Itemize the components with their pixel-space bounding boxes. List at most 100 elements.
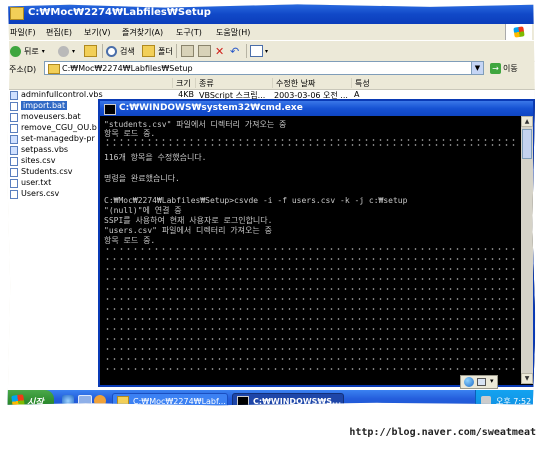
batch-file-icon [10,102,18,111]
internet-explorer-icon[interactable] [62,395,74,406]
console-dots [104,268,519,270]
copy-to-button[interactable] [198,44,211,58]
search-icon [106,45,117,57]
chevron-down-icon: ▾ [490,377,494,385]
address-value: C:₩Moc₩2274₩Labfiles₩Setup [62,64,193,73]
menu-help[interactable]: 도움말(H) [216,27,250,38]
undo-button[interactable]: ↶ [230,44,239,58]
console-dots [104,298,519,300]
copy-to-icon [198,45,211,57]
console-dots [104,288,519,290]
cmd-icon [104,104,116,115]
console-dots [104,368,519,370]
column-header-attributes[interactable]: 특성 [351,78,385,88]
address-label: 주소(D) [9,65,37,74]
watermark: http://blog.naver.com/sweatmeat [349,427,536,438]
language-bar[interactable]: ▾ [460,375,498,389]
forward-button[interactable]: ▾ [58,44,75,58]
chevron-down-icon: ▾ [265,47,269,55]
show-desktop-icon[interactable] [78,395,92,406]
go-button[interactable]: → 이동 [490,62,518,75]
address-dropdown-button[interactable]: ▼ [471,62,483,74]
move-to-icon [181,45,194,57]
network-icon[interactable] [481,396,491,406]
csv-file-icon [10,157,18,166]
menu-view[interactable]: 보기(V) [84,27,110,38]
text-file-icon [10,179,18,188]
console-dots [104,278,519,280]
folders-icon [142,45,155,57]
taskbar-explorer-label: C:₩Moc₩2274₩Labf... [133,396,226,406]
go-arrow-icon: → [490,63,501,74]
back-label: 뒤로 [24,46,39,56]
menu-tools[interactable]: 도구(T) [176,27,202,38]
script-file-icon [10,146,18,155]
search-label: 검색 [120,46,135,56]
start-label: 시작 [27,397,44,406]
menu-bar: 파일(F) 편집(E) 보기(V) 즐겨찾기(A) 도구(T) 도움말(H) [7,24,536,40]
cmd-console[interactable]: "students.csv" 파일에서 디렉터리 가져오는 중 항목 로드 중.… [100,116,521,384]
column-header-type[interactable]: 종류 [195,78,275,88]
csv-file-icon [10,190,18,199]
chevron-down-icon: ▾ [41,47,45,55]
scroll-up-button[interactable]: ▲ [521,116,533,127]
chevron-down-icon: ▼ [524,375,530,382]
keyboard-icon [477,378,486,386]
cmd-window[interactable]: C:₩WINDOWS₩system32₩cmd.exe "students.cs… [98,99,535,387]
menu-favorites[interactable]: 즐겨찾기(A) [122,27,163,38]
clock[interactable]: 오후 7:52 [496,396,531,405]
console-dots [104,248,519,250]
file-name: sites.csv [21,156,56,165]
back-button[interactable]: 뒤로 ▾ [10,44,45,58]
taskbar-explorer-button[interactable]: C:₩Moc₩2274₩Labf... [112,393,228,406]
menu-edit[interactable]: 편집(E) [46,27,72,38]
delete-x-icon: ✕ [215,44,225,58]
column-header-modified[interactable]: 수정한 날짜 [272,78,354,88]
windows-logo [505,24,532,40]
explorer-title-bar[interactable]: C:₩Moc₩2274₩Labfiles₩Setup [7,4,536,24]
taskbar-cmd-label: C:₩WINDOWS₩S... [253,396,342,406]
cmd-scrollbar[interactable]: ▲ ▼ [521,116,533,384]
folders-button[interactable]: 폴더 [142,44,173,58]
console-line: "users.csv" 파일에서 디렉터리 가져오는 중 [104,226,272,235]
search-button[interactable]: 검색 [106,44,135,58]
forward-arrow-icon [58,45,69,57]
explorer-title: C:₩Moc₩2274₩Labfiles₩Setup [28,7,211,18]
globe-icon [464,377,474,387]
console-dots [104,338,519,340]
move-to-button[interactable] [181,44,194,58]
scroll-thumb[interactable] [522,129,532,159]
address-input[interactable]: C:₩Moc₩2274₩Labfiles₩Setup ▼ [44,61,484,75]
taskbar: 시작 C:₩Moc₩2274₩Labf... C:₩WINDOWS₩S... 오… [7,390,536,406]
start-button[interactable]: 시작 [7,390,54,406]
delete-button[interactable]: ✕ [215,44,224,58]
console-line: C:₩Moc₩2274₩Labfiles₩Setup>csvde -i -f u… [104,196,408,205]
scroll-down-button[interactable]: ▼ [521,373,533,384]
csv-file-icon [10,168,18,177]
menu-file[interactable]: 파일(F) [10,27,36,38]
windows-flag-icon [11,394,25,406]
media-player-icon[interactable] [94,395,106,406]
undo-icon: ↶ [230,44,240,58]
up-folder-button[interactable] [84,44,97,58]
toolbar-separator [246,44,247,58]
file-attributes: A [354,90,360,99]
console-line: 항목 로드 중. [104,129,156,138]
folder-icon [48,64,60,74]
taskbar-cmd-button[interactable]: C:₩WINDOWS₩S... [232,393,344,406]
batch-file-icon [10,124,18,133]
toolbar-separator [102,44,103,58]
chevron-up-icon: ▲ [524,118,530,125]
console-dots [104,358,519,360]
console-dots [104,348,519,350]
console-dots [104,144,519,146]
views-button[interactable]: ▾ [250,44,268,58]
views-icon [250,45,263,57]
console-dots [104,258,519,260]
cmd-title-bar[interactable]: C:₩WINDOWS₩system32₩cmd.exe [100,101,533,116]
batch-file-icon [10,113,18,122]
console-dots [104,328,519,330]
file-name: Users.csv [21,189,60,198]
toolbar-separator [176,44,177,58]
chevron-down-icon: ▼ [474,64,481,72]
